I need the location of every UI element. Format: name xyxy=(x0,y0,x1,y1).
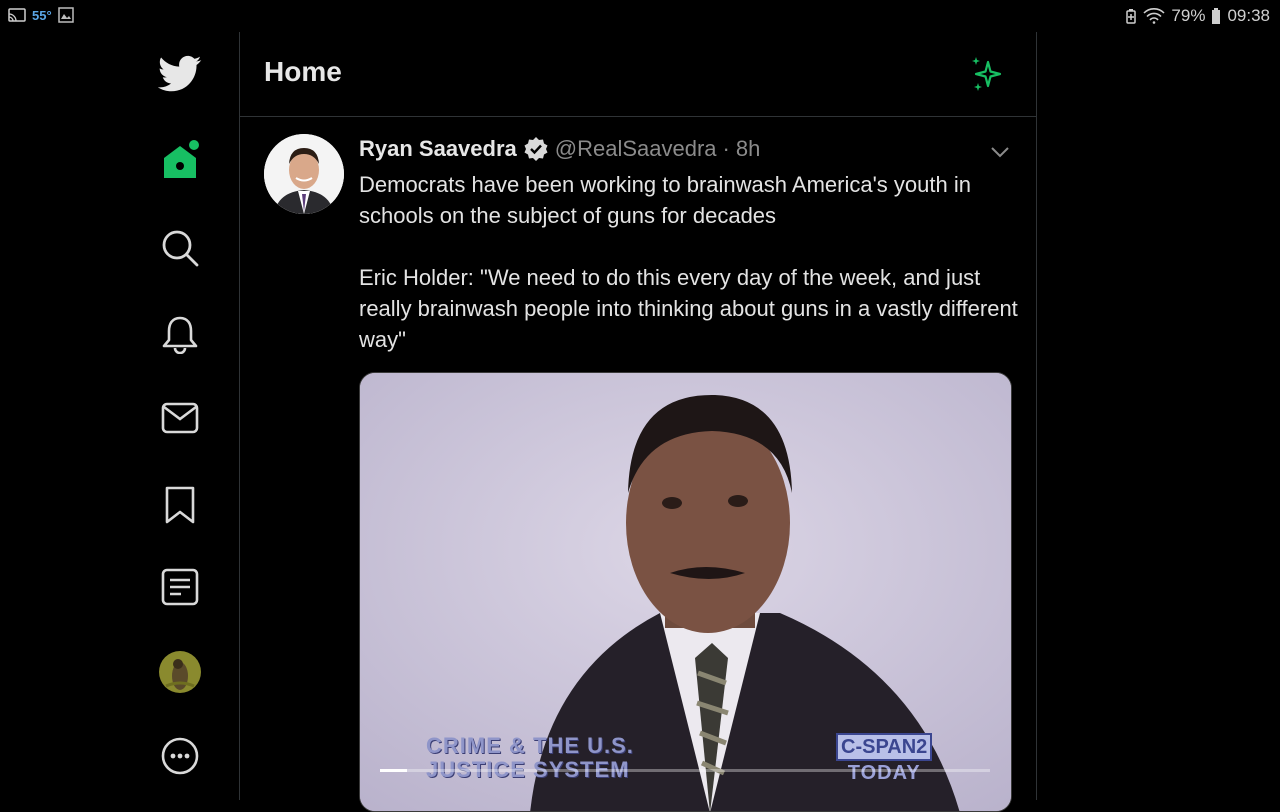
clock: 09:38 xyxy=(1227,6,1270,25)
notifications-icon[interactable] xyxy=(158,312,202,356)
author-name[interactable]: Ryan Saavedra xyxy=(359,136,517,162)
tweet[interactable]: Ryan Saavedra @RealSaavedra · 8h Democra… xyxy=(240,118,1036,812)
home-icon[interactable] xyxy=(158,138,202,182)
battery-saver-icon xyxy=(1126,9,1137,24)
tweet-header: Ryan Saavedra @RealSaavedra · 8h xyxy=(359,134,760,164)
network-logo-sub: TODAY xyxy=(847,762,921,784)
gallery-icon xyxy=(57,7,74,23)
tweet-paragraph: Democrats have been working to brainwash… xyxy=(359,172,971,228)
cast-icon xyxy=(8,8,26,22)
twitter-logo-icon[interactable] xyxy=(158,52,202,96)
column-divider xyxy=(1036,32,1037,800)
tweet-video[interactable]: CRIME & THE U.S. JUSTICE SYSTEM C-SPAN2 … xyxy=(359,372,1012,812)
timeline-header: Home xyxy=(240,32,1036,117)
network-logo: C-SPAN2 TODAY xyxy=(836,733,933,785)
verified-badge-icon xyxy=(524,137,548,161)
author-handle[interactable]: @RealSaavedra xyxy=(555,136,717,162)
video-caption: CRIME & THE U.S. JUSTICE SYSTEM xyxy=(426,734,634,782)
caption-line: CRIME & THE U.S. xyxy=(426,733,634,758)
more-icon[interactable] xyxy=(158,734,202,778)
sparkle-icon[interactable] xyxy=(970,56,1006,92)
sidebar-nav xyxy=(120,32,240,800)
profile-avatar[interactable] xyxy=(158,650,202,694)
battery-icon xyxy=(1212,8,1221,24)
network-logo-text: C-SPAN2 xyxy=(836,733,933,761)
weather-temperature: 55° xyxy=(32,7,52,23)
meta-separator: · xyxy=(722,136,730,161)
page-title: Home xyxy=(264,56,342,87)
author-avatar[interactable] xyxy=(264,134,344,214)
wifi-icon xyxy=(1143,8,1165,24)
video-progress-fill xyxy=(380,769,408,772)
lists-icon[interactable] xyxy=(158,565,202,609)
tweet-text: Democrats have been working to brainwash… xyxy=(359,169,1019,386)
messages-icon[interactable] xyxy=(158,396,202,440)
video-progress-bar[interactable] xyxy=(380,769,990,772)
battery-percent: 79% xyxy=(1171,6,1206,25)
bookmarks-icon[interactable] xyxy=(158,483,202,527)
search-icon[interactable] xyxy=(158,226,202,270)
status-bar: 55° 79% 09:38 xyxy=(0,0,1280,32)
tweet-time[interactable]: 8h xyxy=(736,136,760,162)
chevron-down-icon[interactable] xyxy=(988,140,1012,164)
tweet-paragraph: Eric Holder: "We need to do this every d… xyxy=(359,265,1018,352)
